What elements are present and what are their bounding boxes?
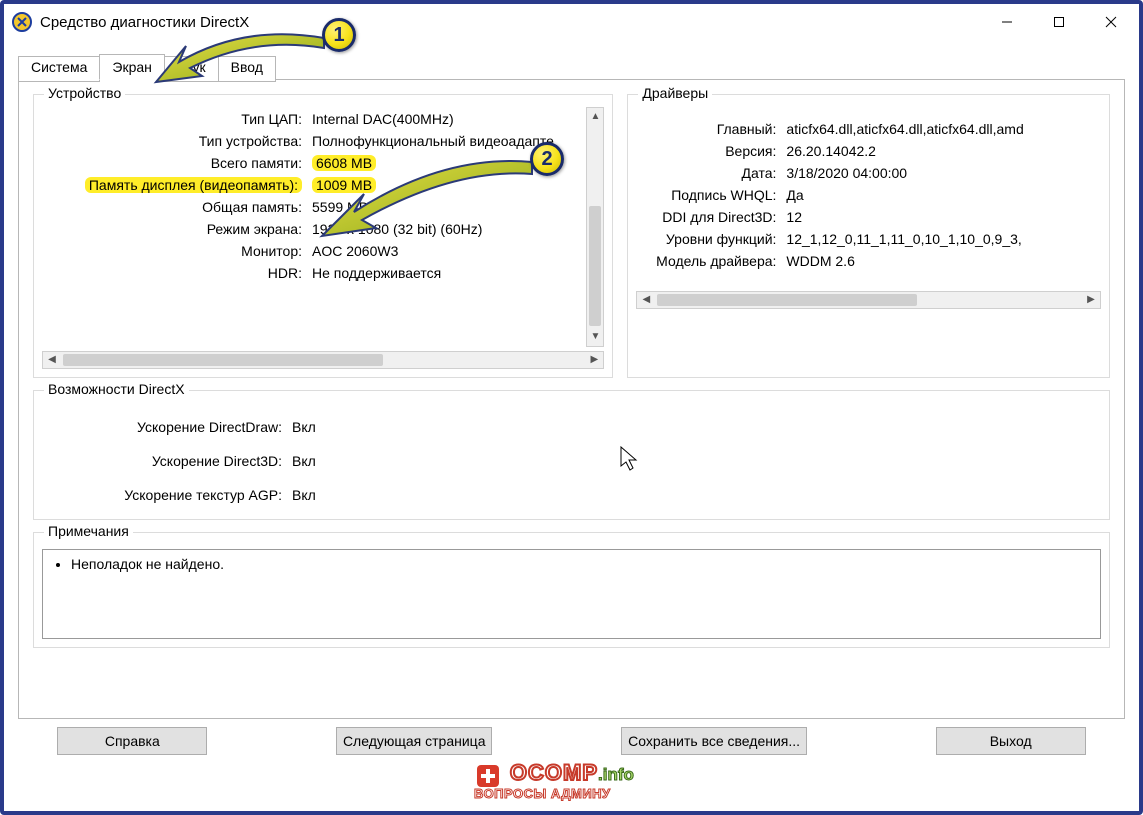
driver-label: Дата: <box>636 165 776 181</box>
tab-display[interactable]: Экран <box>99 54 165 80</box>
dxcap-label: Ускорение Direct3D: <box>42 453 282 469</box>
scroll-thumb[interactable] <box>657 294 917 306</box>
device-vertical-scrollbar[interactable]: ▲ ▼ <box>586 107 604 347</box>
device-label: Всего памяти: <box>42 155 302 171</box>
group-notes: Примечания Неполадок не найдено. <box>33 532 1110 648</box>
scroll-right-icon[interactable]: ▶ <box>1082 292 1100 308</box>
scroll-up-icon[interactable]: ▲ <box>587 108 603 126</box>
scroll-thumb[interactable] <box>589 206 601 326</box>
device-value: 1920 x 1080 (32 bit) (60Hz) <box>312 221 580 237</box>
group-drivers: Драйверы Главный: aticfx64.dll,aticfx64.… <box>627 94 1110 378</box>
group-dxcap-legend: Возможности DirectX <box>44 381 189 397</box>
scroll-thumb[interactable] <box>63 354 383 366</box>
driver-label: Модель драйвера: <box>636 253 776 269</box>
driver-value: 12_1,12_0,11_1,11_0,10_1,10_0,9_3, <box>786 231 1101 247</box>
help-button[interactable]: Справка <box>57 727 207 755</box>
notes-item: Неполадок не найдено. <box>71 556 1090 572</box>
watermark-text-1b: .info <box>598 765 634 784</box>
watermark: OCOMP.info ВОПРОСЫ АДМИНУ <box>474 760 634 801</box>
driver-value: WDDM 2.6 <box>786 253 1101 269</box>
dxcap-value: Вкл <box>292 487 1101 503</box>
annotation-marker-2: 2 <box>530 142 564 176</box>
window-title: Средство диагностики DirectX <box>40 14 981 31</box>
device-value-highlight: 1009 MB <box>312 177 376 193</box>
device-label: Тип ЦАП: <box>42 111 302 127</box>
content-area: Система Экран Звук Ввод Устройство Тип Ц… <box>4 40 1139 763</box>
maximize-button[interactable] <box>1033 6 1085 38</box>
device-label-highlight: Память дисплея (видеопамять): <box>85 177 302 193</box>
device-value-vram: 1009 MB <box>312 177 580 193</box>
notes-textbox[interactable]: Неполадок не найдено. <box>42 549 1101 639</box>
tab-system[interactable]: Система <box>18 56 100 82</box>
annotation-marker-1: 1 <box>322 18 356 52</box>
device-value: Не поддерживается <box>312 265 580 281</box>
save-all-button[interactable]: Сохранить все сведения... <box>621 727 807 755</box>
device-label: Тип устройства: <box>42 133 302 149</box>
dxcap-label: Ускорение DirectDraw: <box>42 419 282 435</box>
scroll-down-icon[interactable]: ▼ <box>587 328 603 346</box>
device-value-highlight: 6608 MB <box>312 155 376 171</box>
dxcap-value: Вкл <box>292 453 1101 469</box>
driver-value: 12 <box>786 209 1101 225</box>
drivers-horizontal-scrollbar[interactable]: ◀ ▶ <box>636 291 1101 309</box>
watermark-text-2: ВОПРОСЫ АДМИНУ <box>474 786 634 801</box>
device-label: Монитор: <box>42 243 302 259</box>
tab-sound[interactable]: Звук <box>164 56 219 82</box>
driver-label: Подпись WHQL: <box>636 187 776 203</box>
tab-strip: Система Экран Звук Ввод <box>18 54 1125 80</box>
dxcap-value: Вкл <box>292 419 1101 435</box>
group-drivers-legend: Драйверы <box>638 85 712 101</box>
scroll-right-icon[interactable]: ▶ <box>585 352 603 368</box>
driver-label: Версия: <box>636 143 776 159</box>
device-value: 5599 MB <box>312 199 580 215</box>
device-horizontal-scrollbar[interactable]: ◀ ▶ <box>42 351 604 369</box>
driver-label: DDI для Direct3D: <box>636 209 776 225</box>
device-label: HDR: <box>42 265 302 281</box>
exit-button[interactable]: Выход <box>936 727 1086 755</box>
app-icon <box>12 12 32 32</box>
device-label: Общая память: <box>42 199 302 215</box>
driver-value: Да <box>786 187 1101 203</box>
close-button[interactable] <box>1085 6 1137 38</box>
driver-label: Уровни функций: <box>636 231 776 247</box>
titlebar: Средство диагностики DirectX <box>4 4 1139 40</box>
driver-value: 26.20.14042.2 <box>786 143 1101 159</box>
group-notes-legend: Примечания <box>44 523 133 539</box>
next-page-button[interactable]: Следующая страница <box>336 727 493 755</box>
scroll-left-icon[interactable]: ◀ <box>43 352 61 368</box>
tab-panel: Устройство Тип ЦАП: Internal DAC(400MHz)… <box>18 79 1125 719</box>
watermark-text-1: OCOMP <box>510 760 598 785</box>
group-directx-caps: Возможности DirectX Ускорение DirectDraw… <box>33 390 1110 520</box>
device-label-vram: Память дисплея (видеопамять): <box>42 177 302 193</box>
caption-buttons <box>981 6 1137 38</box>
plus-icon <box>474 762 502 790</box>
dxcap-label: Ускорение текстур AGP: <box>42 487 282 503</box>
group-device: Устройство Тип ЦАП: Internal DAC(400MHz)… <box>33 94 613 378</box>
device-value: AOC 2060W3 <box>312 243 580 259</box>
button-bar: Справка Следующая страница Сохранить все… <box>18 719 1125 759</box>
scroll-left-icon[interactable]: ◀ <box>637 292 655 308</box>
driver-label: Главный: <box>636 121 776 137</box>
driver-value: 3/18/2020 04:00:00 <box>786 165 1101 181</box>
driver-value: aticfx64.dll,aticfx64.dll,aticfx64.dll,a… <box>786 121 1101 137</box>
tab-input[interactable]: Ввод <box>218 56 276 82</box>
device-label: Режим экрана: <box>42 221 302 237</box>
group-device-legend: Устройство <box>44 85 125 101</box>
device-value: Internal DAC(400MHz) <box>312 111 580 127</box>
minimize-button[interactable] <box>981 6 1033 38</box>
